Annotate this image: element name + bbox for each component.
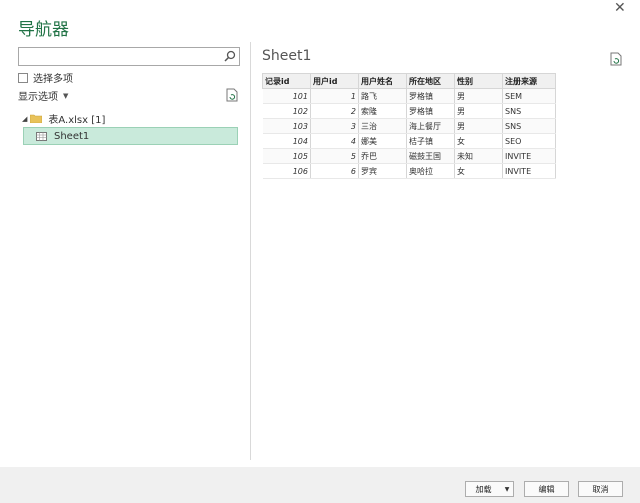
table-cell: SNS [502,118,556,134]
table-cell: 1 [310,88,359,104]
table-header-row: 记录id 用户id 用户姓名 所在地区 性别 注册来源 [262,73,556,89]
search-field[interactable] [19,52,215,68]
table-row: 104 4 娜美 桔子镇 女 SEO [262,133,556,149]
edit-button[interactable]: 编辑 [524,481,569,497]
tree-item-workbook[interactable]: ◢ 表A.xlsx [1] [22,111,106,127]
table-row: 102 2 索隆 罗格镇 男 SNS [262,103,556,119]
table-cell: 索隆 [358,103,407,119]
load-dropdown-arrow-icon[interactable]: ▼ [501,481,514,497]
table-cell: 102 [262,103,311,119]
table-cell: INVITE [502,148,556,164]
table-cell: 6 [310,163,359,179]
table-cell: 男 [454,118,503,134]
refresh-icon[interactable] [610,52,622,66]
table-cell: INVITE [502,163,556,179]
table-cell: 女 [454,133,503,149]
cancel-button[interactable]: 取消 [578,481,623,497]
column-header: 性别 [454,73,503,89]
table-cell: 未知 [454,148,503,164]
preview-table: 记录id 用户id 用户姓名 所在地区 性别 注册来源 101 1 路飞 罗格镇… [262,73,556,179]
column-header: 注册来源 [502,73,556,89]
window-title: 导航器 [18,20,69,40]
column-header: 所在地区 [406,73,455,89]
multi-select-label: 选择多项 [33,74,73,85]
table-cell: 104 [262,133,311,149]
display-options-dropdown[interactable]: 显示选项 ▼ [18,88,69,104]
table-cell: 5 [310,148,359,164]
table-cell: 105 [262,148,311,164]
table-cell: 2 [310,103,359,119]
table-cell: 磁鼓王国 [406,148,455,164]
table-cell: 4 [310,133,359,149]
table-cell: SEM [502,88,556,104]
table-row: 103 3 三治 海上餐厅 男 SNS [262,118,556,134]
table-cell: 路飞 [358,88,407,104]
table-cell: 男 [454,103,503,119]
search-input[interactable] [18,47,240,68]
tree-item-workbook-label: 表A.xlsx [1] [48,115,106,126]
table-cell: 乔巴 [358,148,407,164]
table-cell: 男 [454,88,503,104]
expand-triangle-icon[interactable]: ◢ [22,115,27,123]
table-cell: 罗宾 [358,163,407,179]
table-row: 106 6 罗宾 奥哈拉 女 INVITE [262,163,556,179]
table-cell: 女 [454,163,503,179]
table-cell: 3 [310,118,359,134]
table-cell: 娜美 [358,133,407,149]
folder-icon [30,114,43,123]
pane-divider[interactable] [250,42,251,460]
tree-item-sheet1[interactable]: Sheet1 [23,127,238,145]
table-cell: 罗格镇 [406,88,455,104]
table-cell: SEO [502,133,556,149]
multi-select-option[interactable]: 选择多项 [18,70,73,85]
table-cell: 三治 [358,118,407,134]
table-cell: 海上餐厅 [406,118,455,134]
multi-select-checkbox[interactable] [18,72,28,83]
table-cell: 罗格镇 [406,103,455,119]
column-header: 用户id [310,73,359,89]
column-header: 用户姓名 [358,73,407,89]
column-header: 记录id [262,73,311,89]
table-cell: 106 [262,163,311,179]
preview-title: Sheet1 [262,48,312,64]
table-row: 105 5 乔巴 磁鼓王国 未知 INVITE [262,148,556,164]
tree-item-sheet1-label: Sheet1 [54,130,90,142]
search-icon[interactable] [223,49,237,63]
table-cell: SNS [502,103,556,119]
table-row: 101 1 路飞 罗格镇 男 SEM [262,88,556,104]
close-icon[interactable]: ✕ [614,0,626,16]
display-options-label: 显示选项 [18,92,58,103]
table-cell: 101 [262,88,311,104]
load-button[interactable]: 加载 [465,481,502,497]
dropdown-arrow-icon: ▼ [63,91,69,100]
table-cell: 奥哈拉 [406,163,455,179]
table-cell: 桔子镇 [406,133,455,149]
sheet-icon [36,131,47,141]
table-cell: 103 [262,118,311,134]
refresh-icon[interactable] [226,88,238,102]
